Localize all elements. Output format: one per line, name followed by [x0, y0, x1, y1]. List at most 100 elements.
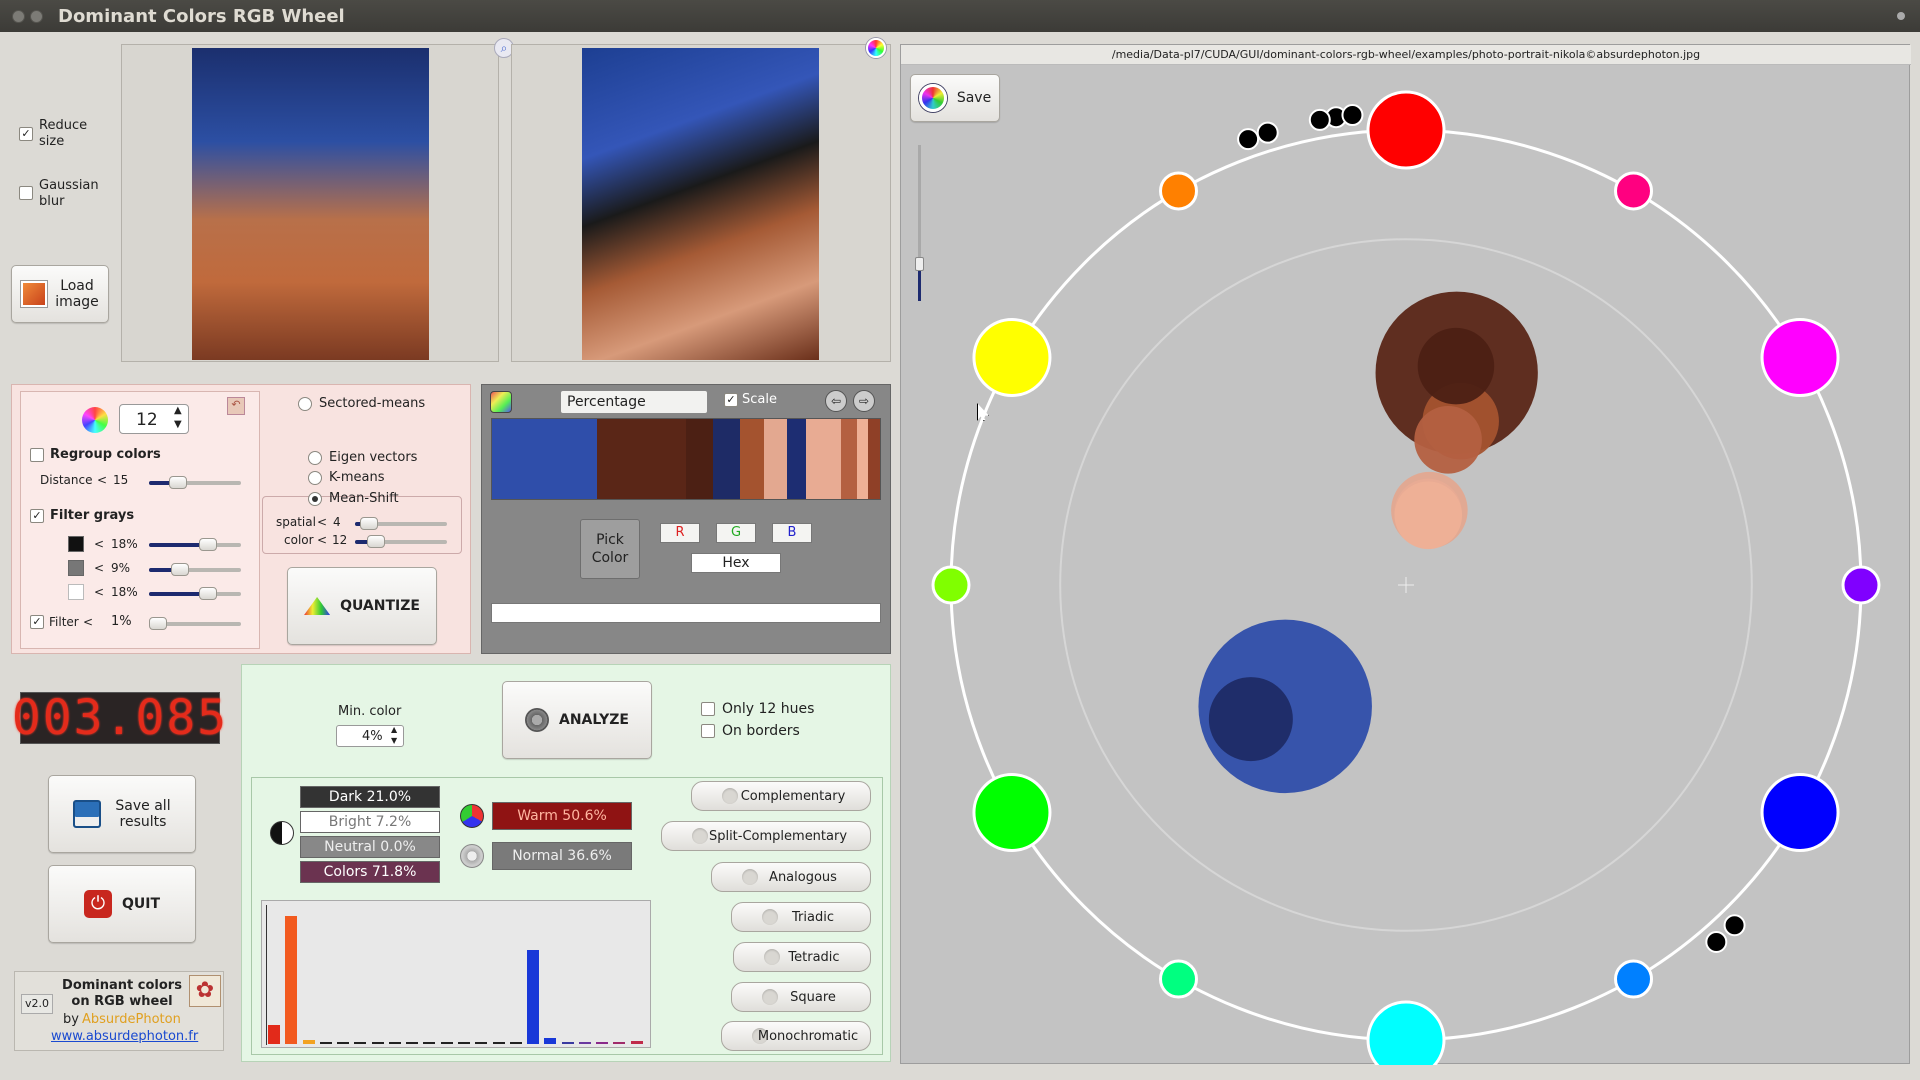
- triadic-button[interactable]: Triadic: [731, 902, 871, 932]
- palette-swatch[interactable]: [740, 419, 764, 499]
- distance-op: <: [97, 473, 108, 487]
- filter-checkbox[interactable]: ✓: [30, 615, 44, 629]
- hex-field[interactable]: Hex: [691, 553, 781, 573]
- rgb-color-wheel[interactable]: [901, 65, 1911, 1065]
- mid-gray-slider[interactable]: [149, 563, 241, 576]
- quit-button[interactable]: ⏻ QUIT: [48, 865, 196, 943]
- spin-up-icon[interactable]: ▲: [174, 405, 182, 416]
- complementary-button[interactable]: Complementary: [691, 781, 871, 811]
- blue-channel-field[interactable]: B: [772, 523, 812, 543]
- tetradic-button[interactable]: Tetradic: [733, 942, 871, 972]
- light-gray-value: 18%: [111, 585, 138, 599]
- histogram-bar: [458, 1042, 470, 1044]
- palette-swatch[interactable]: [713, 419, 741, 499]
- palette-strip[interactable]: [491, 418, 881, 500]
- pick-color-button[interactable]: Pick Color: [580, 519, 640, 579]
- color-name-field[interactable]: [491, 603, 881, 623]
- window-menu-icon[interactable]: [1897, 12, 1905, 20]
- dark-gray-slider[interactable]: [149, 538, 241, 551]
- quantize-label: QUANTIZE: [340, 598, 420, 614]
- spin-down-icon[interactable]: ▼: [174, 419, 182, 430]
- next-arrow-icon[interactable]: ⇨: [853, 390, 875, 412]
- regroup-colors-checkbox[interactable]: [30, 448, 44, 462]
- analyze-button[interactable]: ANALYZE: [502, 681, 652, 759]
- k-means-radio[interactable]: [308, 471, 322, 485]
- color-count-spinbox[interactable]: 12 ▲ ▼: [119, 404, 189, 434]
- palette-swatch[interactable]: [786, 419, 807, 499]
- only-12-hues-checkbox[interactable]: [701, 702, 715, 716]
- mean-shift-label: Mean-Shift: [329, 491, 399, 506]
- min-color-spinbox[interactable]: 4% ▲ ▼: [336, 725, 404, 747]
- analogous-button[interactable]: Analogous: [711, 862, 871, 892]
- gears-icon: [525, 708, 549, 732]
- on-borders-checkbox[interactable]: [701, 724, 715, 738]
- palette-swatch[interactable]: [868, 419, 880, 499]
- save-all-results-button[interactable]: Save all results: [48, 775, 196, 853]
- dark-color-marker: [1705, 930, 1728, 953]
- palette-swatch[interactable]: [763, 419, 787, 499]
- palette-swatch[interactable]: [596, 419, 686, 499]
- histogram-bar: [630, 1041, 643, 1044]
- hue-dot-orange: [1159, 171, 1198, 211]
- quit-label: QUIT: [121, 896, 161, 912]
- quantize-button[interactable]: QUANTIZE: [287, 567, 437, 645]
- mean-shift-radio[interactable]: [308, 492, 322, 506]
- dark-color-marker: [1723, 914, 1746, 937]
- hue-dot-violet: [1841, 565, 1881, 605]
- filter-op: <: [83, 615, 94, 629]
- spatial-slider[interactable]: [355, 517, 447, 530]
- distance-value: 15: [113, 473, 129, 487]
- only-12-hues-label: Only 12 hues: [722, 701, 815, 717]
- close-window-icon[interactable]: [12, 10, 25, 23]
- hue-dot-blue: [1760, 773, 1840, 852]
- green-channel-field[interactable]: G: [716, 523, 756, 543]
- scale-checkbox[interactable]: ✓: [724, 393, 738, 407]
- hue-dot-red: [1366, 90, 1446, 170]
- triadic-label: Triadic: [792, 909, 834, 925]
- spin-up-icon[interactable]: ▲: [391, 725, 397, 734]
- palette-swatch[interactable]: [806, 419, 842, 499]
- filter-slider[interactable]: [149, 617, 241, 630]
- spin-down-icon[interactable]: ▼: [391, 736, 397, 745]
- reduce-size-checkbox[interactable]: ✓: [19, 127, 33, 141]
- palette-icon[interactable]: [490, 391, 512, 413]
- monochromatic-button[interactable]: Monochromatic: [721, 1021, 871, 1051]
- color-count-value: 12: [136, 410, 158, 430]
- reset-icon[interactable]: ↶: [227, 397, 245, 415]
- distance-slider[interactable]: [149, 476, 241, 489]
- dark-gray-op: <: [94, 537, 105, 551]
- minimize-window-icon[interactable]: [30, 10, 43, 23]
- hue-dot-cyan: [1366, 1000, 1446, 1065]
- floppy-save-icon: [73, 800, 102, 828]
- quantize-panel: 12 ▲ ▼ ↶ Regroup colors Distance < 15 ✓ …: [11, 384, 471, 654]
- complementary-label: Complementary: [740, 788, 846, 804]
- k-means-label: K-means: [329, 470, 385, 485]
- palette-swatch[interactable]: [856, 419, 869, 499]
- color-label: color: [284, 533, 314, 547]
- red-channel-field[interactable]: R: [660, 523, 700, 543]
- on-borders-label: On borders: [722, 723, 800, 739]
- load-image-button[interactable]: Load image: [11, 265, 109, 323]
- histogram-bar: [388, 1042, 401, 1044]
- palette-swatch[interactable]: [492, 419, 597, 499]
- light-gray-slider[interactable]: [149, 587, 241, 600]
- color-wheel-icon[interactable]: [866, 38, 886, 58]
- sectored-means-radio[interactable]: [298, 397, 312, 411]
- palette-swatch[interactable]: [841, 419, 857, 499]
- color-slider[interactable]: [355, 535, 447, 548]
- filter-grays-checkbox[interactable]: ✓: [30, 509, 44, 523]
- dominant-color-blob: [1414, 406, 1482, 474]
- prev-arrow-icon[interactable]: ⇦: [825, 390, 847, 412]
- dark-color-marker: [1256, 121, 1279, 144]
- palette-mode-select[interactable]: Percentage: [560, 390, 708, 414]
- about-url-link[interactable]: www.absurdephoton.fr: [51, 1029, 198, 1044]
- normal-stat: Normal 36.6%: [492, 842, 632, 870]
- gaussian-blur-checkbox[interactable]: [19, 186, 33, 200]
- square-button[interactable]: Square: [731, 982, 871, 1012]
- filter-value: 1%: [111, 614, 132, 629]
- split-complementary-button[interactable]: Split-Complementary: [661, 821, 871, 851]
- histogram-bar: [354, 1042, 367, 1044]
- histogram-bar: [440, 1042, 453, 1044]
- eigen-vectors-radio[interactable]: [308, 451, 322, 465]
- palette-swatch[interactable]: [686, 419, 714, 499]
